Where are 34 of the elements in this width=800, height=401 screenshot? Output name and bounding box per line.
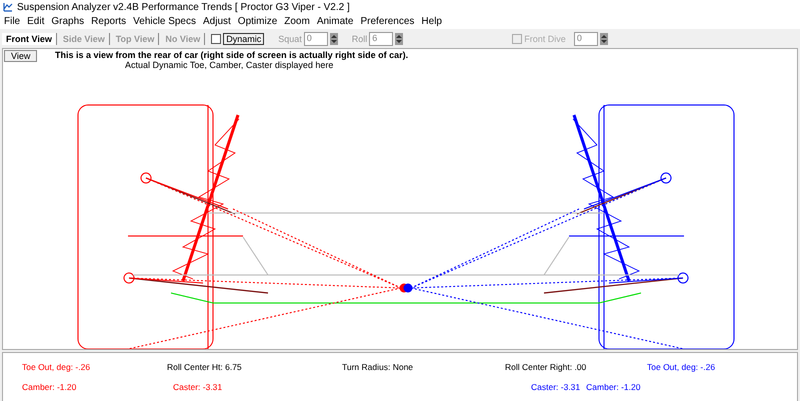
menu-item[interactable]: File: [4, 16, 20, 27]
readout-text: Roll Center Ht: 6.75: [167, 362, 243, 372]
view-description: This is a view from the rear of car (right side of screen is actually right side of car).: [55, 50, 408, 60]
roll-label: Roll: [352, 34, 368, 44]
app-icon: [3, 2, 13, 12]
menu-item[interactable]: Animate: [316, 16, 354, 27]
checkbox[interactable]: [211, 34, 222, 44]
readout-text: Camber: -1.20: [22, 382, 78, 392]
readout-text: Caster: -3.31: [173, 382, 224, 392]
spinner-icon[interactable]: [330, 32, 338, 44]
readout-text: Roll Center Right: .00: [505, 362, 588, 372]
menu-item[interactable]: Vehicle Specs: [133, 16, 196, 27]
view-button[interactable]: View: [4, 50, 38, 62]
checkbox-label: Dynamic: [223, 32, 264, 44]
readout-text: Turn Radius: None: [342, 362, 414, 372]
view-subtitle: Actual Dynamic Toe, Camber, Caster displayed here: [125, 60, 334, 70]
menu-item[interactable]: Edit: [27, 16, 44, 27]
view-tab[interactable]: Front View: [2, 32, 57, 44]
readout-text: Toe Out, deg: -.26: [22, 362, 92, 372]
window-title: Suspension Analyzer v2.4B Performance Trends [ Proctor G3 Viper - V2.2 ]: [17, 2, 350, 12]
readout-text: Camber: -1.20: [586, 382, 640, 392]
menu-item[interactable]: Zoom: [284, 16, 310, 27]
menu-item[interactable]: Preferences: [360, 16, 414, 27]
squat-label: Squat: [278, 34, 302, 44]
checkbox-label: Front Dive: [524, 34, 566, 44]
menu-item[interactable]: Help: [421, 16, 442, 27]
spinner-icon[interactable]: [600, 32, 608, 44]
spinner-icon[interactable]: [395, 32, 404, 44]
readout-text: Toe Out, deg: -.26: [647, 362, 716, 372]
menu-item[interactable]: Adjust: [203, 16, 231, 27]
menu-item[interactable]: Reports: [91, 16, 126, 27]
menu-item[interactable]: Graphs: [51, 16, 84, 27]
menu-item[interactable]: Optimize: [238, 16, 278, 27]
readout-text: Caster: -3.31: [531, 382, 580, 392]
